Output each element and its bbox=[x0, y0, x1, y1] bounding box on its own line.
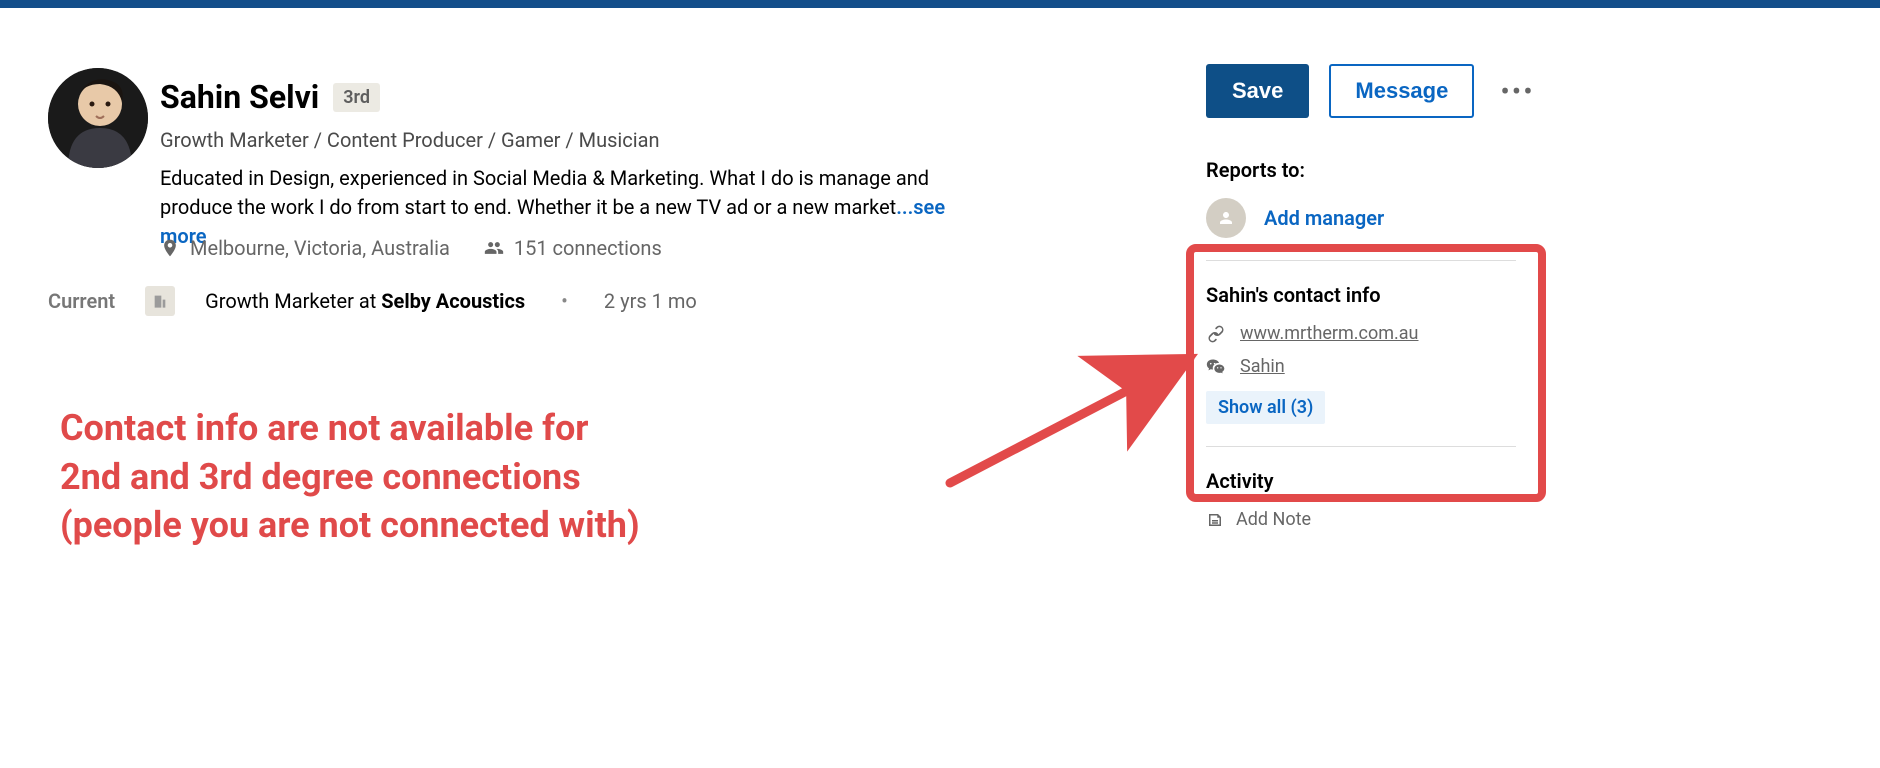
contact-website-link[interactable]: www.mrtherm.com.au bbox=[1240, 323, 1418, 344]
contact-wechat-link[interactable]: Sahin bbox=[1240, 356, 1285, 377]
bio-text: Educated in Design, experienced in Socia… bbox=[160, 166, 929, 219]
add-note-label: Add Note bbox=[1236, 509, 1311, 530]
people-icon bbox=[484, 238, 504, 258]
connection-degree-badge: 3rd bbox=[333, 83, 380, 112]
profile-avatar[interactable] bbox=[48, 68, 148, 168]
company-name[interactable]: Selby Acoustics bbox=[381, 289, 525, 313]
activity-heading: Activity bbox=[1206, 469, 1536, 493]
manager-avatar-placeholder bbox=[1206, 198, 1246, 238]
current-role: Growth Marketer at Selby Acoustics bbox=[205, 289, 525, 313]
more-actions-icon[interactable]: ••• bbox=[1494, 75, 1540, 108]
connections[interactable]: 151 connections bbox=[484, 236, 662, 260]
note-icon bbox=[1206, 511, 1224, 529]
profile-name: Sahin Selvi bbox=[160, 78, 319, 116]
wechat-icon bbox=[1206, 357, 1226, 377]
annotation-text: Contact info are not available for 2nd a… bbox=[60, 404, 640, 550]
message-button[interactable]: Message bbox=[1329, 64, 1474, 118]
annotation-line-3: (people you are not connected with) bbox=[60, 501, 640, 550]
annotation-line-1: Contact info are not available for bbox=[60, 404, 640, 453]
divider bbox=[1206, 260, 1516, 261]
tenure: 2 yrs 1 mo bbox=[604, 289, 697, 313]
add-manager-link[interactable]: Add manager bbox=[1264, 206, 1384, 230]
reports-to-section: Reports to: Add manager bbox=[1206, 158, 1536, 238]
divider bbox=[1206, 446, 1516, 447]
current-label: Current bbox=[48, 289, 115, 313]
top-bar bbox=[0, 0, 1880, 8]
role-prefix: Growth Marketer at bbox=[205, 289, 381, 313]
show-all-contact-link[interactable]: Show all (3) bbox=[1206, 391, 1325, 424]
right-rail: Save Message ••• Reports to: Add manager… bbox=[1206, 64, 1536, 530]
save-button[interactable]: Save bbox=[1206, 64, 1309, 118]
link-icon bbox=[1206, 324, 1226, 344]
connections-text: 151 connections bbox=[514, 236, 662, 260]
person-icon bbox=[1217, 209, 1235, 227]
reports-to-heading: Reports to: bbox=[1206, 158, 1536, 182]
profile-headline: Growth Marketer / Content Producer / Gam… bbox=[160, 128, 660, 152]
location-text: Melbourne, Victoria, Australia bbox=[190, 236, 450, 260]
building-icon bbox=[152, 293, 168, 309]
company-icon bbox=[145, 286, 175, 316]
add-note-button[interactable]: Add Note bbox=[1206, 509, 1536, 530]
contact-info-section: Sahin's contact info www.mrtherm.com.au … bbox=[1206, 283, 1536, 424]
annotation-arrow bbox=[940, 298, 1220, 498]
page: Sahin Selvi 3rd Growth Marketer / Conten… bbox=[0, 8, 1880, 768]
contact-info-heading: Sahin's contact info bbox=[1206, 283, 1536, 307]
location: Melbourne, Victoria, Australia bbox=[160, 236, 450, 260]
avatar-image bbox=[48, 68, 148, 168]
annotation-line-2: 2nd and 3rd degree connections bbox=[60, 453, 640, 502]
location-pin-icon bbox=[160, 238, 180, 258]
separator-dot: • bbox=[555, 289, 574, 313]
activity-section: Activity Add Note bbox=[1206, 469, 1536, 530]
